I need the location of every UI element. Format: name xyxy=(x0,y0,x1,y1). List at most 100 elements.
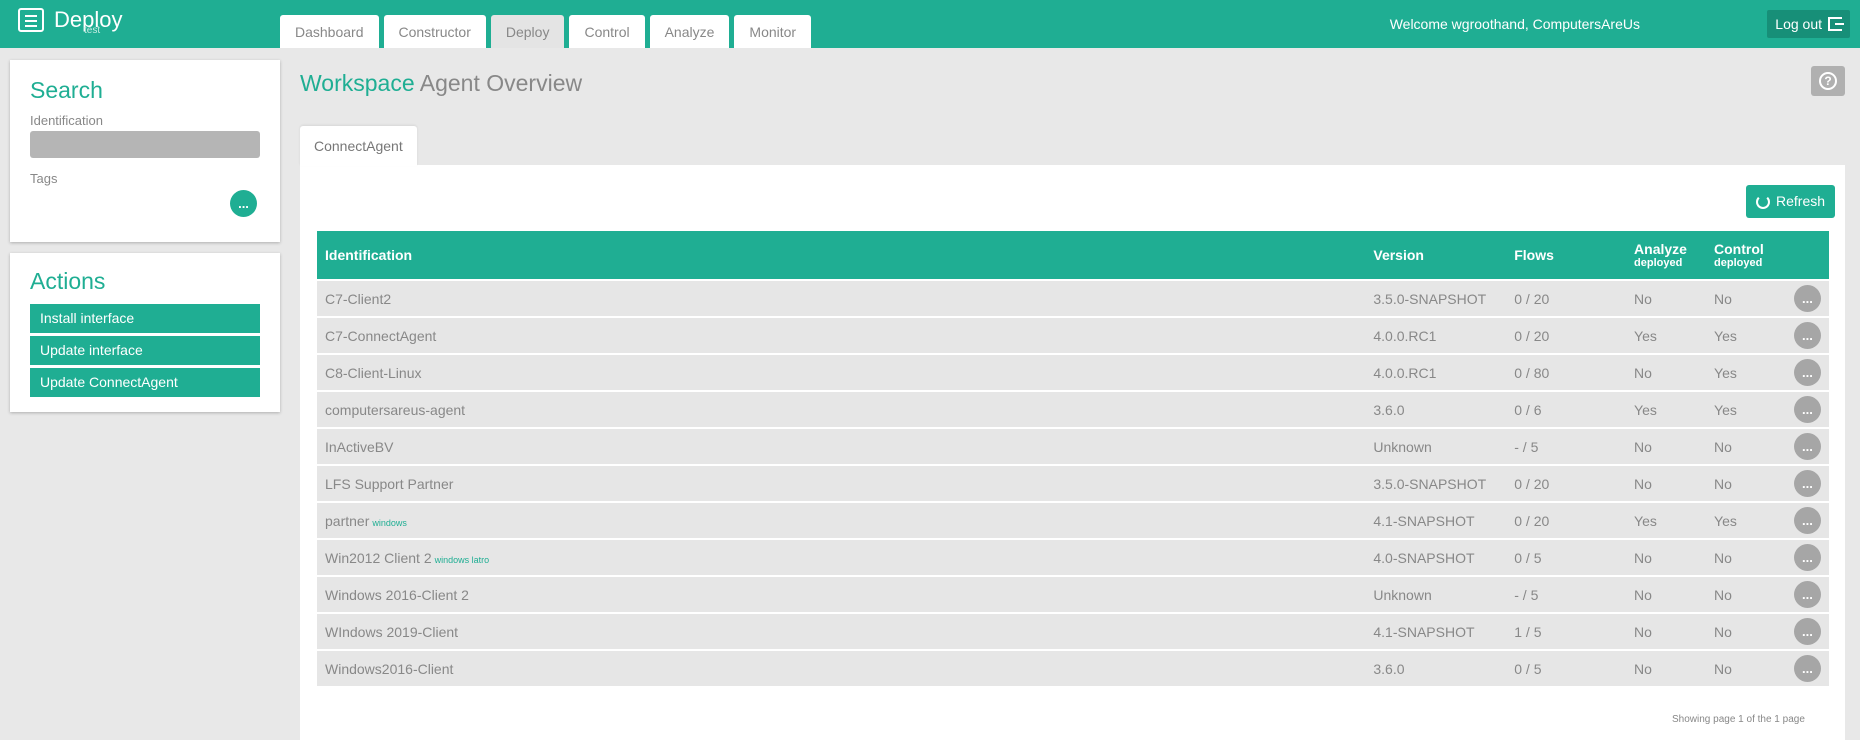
table-row[interactable]: C8-Client-Linux 4.0.0.RC1 0 / 80 No Yes... xyxy=(317,353,1829,390)
tags-more-button[interactable]: ... xyxy=(230,190,257,217)
cell-analyze-deployed: Yes xyxy=(1626,390,1707,427)
tab-deploy[interactable]: Deploy xyxy=(490,15,565,48)
cell-actions: ... xyxy=(1785,427,1829,464)
logout-icon xyxy=(1828,17,1844,31)
cell-flows: 0 / 5 xyxy=(1506,538,1627,575)
agent-name: Windows2016-Client xyxy=(325,660,454,677)
brand[interactable]: Deploy xyxy=(18,8,122,32)
actions-title: Actions xyxy=(30,268,106,294)
tab-monitor[interactable]: Monitor xyxy=(734,15,812,48)
cell-actions: ... xyxy=(1785,390,1829,427)
cell-actions: ... xyxy=(1785,279,1829,316)
row-more-button[interactable]: ... xyxy=(1793,470,1821,497)
help-icon: ? xyxy=(1819,72,1837,90)
cell-flows: 0 / 20 xyxy=(1506,279,1627,316)
agent-name: WIndows 2019-Client xyxy=(325,623,459,640)
table-header-row: Identification Version Flows Analyze dep… xyxy=(317,231,1829,279)
row-more-button[interactable]: ... xyxy=(1793,322,1821,349)
cell-version: 4.0.0.RC1 xyxy=(1365,316,1507,353)
table-row[interactable]: Win2012 Client 2 windows latro 4.0-SNAPSHO… xyxy=(317,538,1829,575)
update-connectagent-button[interactable]: Update ConnectAgent xyxy=(30,368,260,397)
cell-identification: LFS Support Partner xyxy=(317,464,1366,501)
cell-identification: computersareus-agent xyxy=(317,390,1366,427)
tab-dashboard[interactable]: Dashboard xyxy=(280,15,379,48)
col-identification[interactable]: Identification xyxy=(317,231,1366,279)
table-row[interactable]: C7-ConnectAgent 4.0.0.RC1 0 / 20 Yes Yes... xyxy=(317,316,1829,353)
row-more-button[interactable]: ... xyxy=(1793,544,1821,571)
row-more-button[interactable]: ... xyxy=(1793,581,1821,608)
cell-identification: Windows2016-Client xyxy=(317,649,1366,686)
cell-version: 4.0.0.RC1 xyxy=(1365,353,1507,390)
cell-actions: ... xyxy=(1785,501,1829,538)
agent-tags: windows xyxy=(372,517,407,528)
cell-analyze-deployed: No xyxy=(1626,464,1707,501)
tab-analyze[interactable]: Analyze xyxy=(649,15,730,48)
actions-panel: Actions Install interface Update interfa… xyxy=(10,253,280,412)
welcome-text: Welcome wgroothand, ComputersAreUs xyxy=(1389,16,1640,32)
main-nav: Dashboard Constructor Deploy Control Ana… xyxy=(280,15,816,48)
cell-control-deployed: No xyxy=(1706,612,1786,649)
agent-tags: windows latro xyxy=(434,554,490,565)
table-row[interactable]: InActiveBV Unknown - / 5 No No... xyxy=(317,427,1829,464)
install-interface-button[interactable]: Install interface xyxy=(30,304,260,333)
agent-name: partner xyxy=(325,512,370,529)
agents-table: Identification Version Flows Analyze dep… xyxy=(317,231,1829,686)
cell-control-deployed: Yes xyxy=(1706,316,1786,353)
cell-flows: 0 / 20 xyxy=(1506,464,1627,501)
table-row[interactable]: Windows2016-Client 3.6.0 0 / 5 No No... xyxy=(317,649,1829,686)
cell-version: 3.5.0-SNAPSHOT xyxy=(1365,464,1507,501)
tab-constructor[interactable]: Constructor xyxy=(383,15,486,48)
agent-name: C7-ConnectAgent xyxy=(325,327,437,344)
identification-label: Identification xyxy=(30,113,103,128)
cell-version: 3.6.0 xyxy=(1365,390,1507,427)
row-more-button[interactable]: ... xyxy=(1793,359,1821,386)
col-analyze-top: Analyze xyxy=(1634,241,1687,257)
agent-name: Win2012 Client 2 xyxy=(325,549,432,566)
row-more-button[interactable]: ... xyxy=(1793,618,1821,645)
update-interface-button[interactable]: Update interface xyxy=(30,336,260,365)
cell-flows: - / 5 xyxy=(1506,427,1627,464)
table-row[interactable]: partner windows 4.1-SNAPSHOT 0 / 20 Yes Yes..… xyxy=(317,501,1829,538)
cell-actions: ... xyxy=(1785,353,1829,390)
refresh-button[interactable]: Refresh xyxy=(1746,185,1836,218)
table-row[interactable]: WIndows 2019-Client 4.1-SNAPSHOT 1 / 5 No No… xyxy=(317,612,1829,649)
cell-control-deployed: No xyxy=(1706,575,1786,612)
tags-label: Tags xyxy=(30,171,58,186)
cell-actions: ... xyxy=(1785,649,1829,686)
cell-flows: 0 / 6 xyxy=(1506,390,1627,427)
logout-label: Log out xyxy=(1775,16,1822,32)
row-more-button[interactable]: ... xyxy=(1793,285,1821,312)
cell-control-deployed: No xyxy=(1706,427,1786,464)
col-flows[interactable]: Flows xyxy=(1506,231,1627,279)
row-more-button[interactable]: ... xyxy=(1793,655,1821,682)
cell-flows: - / 5 xyxy=(1506,575,1627,612)
logout-button[interactable]: Log out xyxy=(1767,10,1850,38)
cell-identification: C7-ConnectAgent xyxy=(317,316,1366,353)
table-row[interactable]: C7-Client2 3.5.0-SNAPSHOT 0 / 20 No No... xyxy=(317,279,1829,316)
col-analyze-deployed[interactable]: Analyze deployed xyxy=(1626,231,1707,279)
help-button[interactable]: ? xyxy=(1811,66,1845,96)
tab-control[interactable]: Control xyxy=(569,15,645,48)
row-more-button[interactable]: ... xyxy=(1793,433,1821,460)
cell-flows: 0 / 5 xyxy=(1506,649,1627,686)
identification-input[interactable] xyxy=(30,131,260,158)
col-control-top: Control xyxy=(1714,241,1764,257)
row-more-button[interactable]: ... xyxy=(1793,507,1821,534)
col-analyze-bottom: deployed xyxy=(1634,257,1683,269)
cell-version: 4.0-SNAPSHOT xyxy=(1365,538,1507,575)
cell-actions: ... xyxy=(1785,612,1829,649)
table-row[interactable]: Windows 2016-Client 2 Unknown - / 5 No No... xyxy=(317,575,1829,612)
cell-analyze-deployed: Yes xyxy=(1626,316,1707,353)
row-more-button[interactable]: ... xyxy=(1793,396,1821,423)
cell-identification: Win2012 Client 2 windows latro xyxy=(317,538,1366,575)
table-row[interactable]: computersareus-agent 3.6.0 0 / 6 Yes Yes... xyxy=(317,390,1829,427)
col-version[interactable]: Version xyxy=(1365,231,1507,279)
tab-connectagent[interactable]: ConnectAgent xyxy=(300,126,417,166)
cell-version: 3.6.0 xyxy=(1365,649,1507,686)
cell-identification: C8-Client-Linux xyxy=(317,353,1366,390)
page-title-prefix: Workspace xyxy=(300,70,415,96)
cell-actions: ... xyxy=(1785,538,1829,575)
menu-icon[interactable] xyxy=(18,8,44,32)
col-control-deployed[interactable]: Control deployed xyxy=(1706,231,1786,279)
table-row[interactable]: LFS Support Partner 3.5.0-SNAPSHOT 0 / 20 N… xyxy=(317,464,1829,501)
